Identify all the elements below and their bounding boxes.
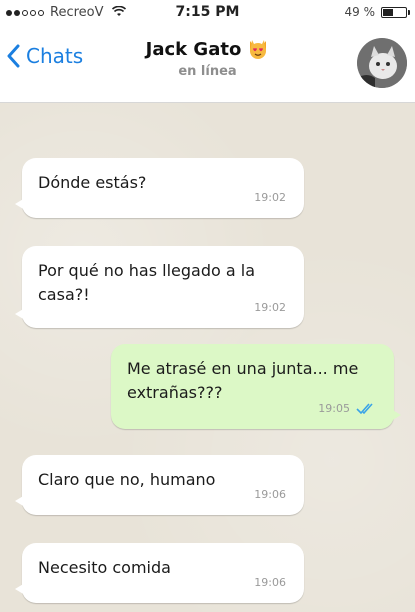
battery-percent: 49 %	[344, 5, 376, 19]
message-bubble-incoming[interactable]: Por qué no has llegado a la casa?! 19:02	[15, 246, 304, 328]
message-text: Necesito comida	[38, 558, 171, 577]
chat-header: Chats Jack Gato en línea	[0, 26, 415, 103]
message-bubble-incoming[interactable]: Dónde estás? 19:02	[15, 158, 304, 218]
message-bubble-outgoing[interactable]: Me atrasé en una junta... me extrañas???…	[111, 344, 401, 429]
contact-status: en línea	[178, 64, 237, 79]
message-text: Claro que no, humano	[38, 470, 216, 489]
battery-icon	[381, 6, 410, 18]
message-time: 19:02	[254, 191, 286, 204]
message-bubble-incoming[interactable]: Claro que no, humano 19:06	[15, 455, 304, 515]
message-text: Dónde estás?	[38, 173, 147, 192]
contact-name: Jack Gato	[145, 38, 242, 60]
contact-name-row: Jack Gato	[146, 38, 270, 60]
message-bubble-incoming[interactable]: Necesito comida 19:06	[15, 543, 304, 603]
chat-area[interactable]: Dónde estás? 19:02 Por qué no has llegad…	[0, 103, 415, 612]
heart-eyes-cat-icon	[247, 38, 269, 60]
contact-info[interactable]: Jack Gato en línea	[0, 38, 415, 79]
double-check-icon	[356, 403, 373, 415]
status-bar: RecreoV 7:15 PM 49 %	[0, 0, 415, 26]
message-meta: 19:05	[318, 397, 376, 421]
message-time: 19:06	[254, 576, 286, 589]
battery-fill	[383, 8, 394, 16]
message-time: 19:02	[254, 301, 286, 314]
avatar[interactable]	[357, 38, 407, 88]
message-time: 19:06	[254, 488, 286, 501]
battery-indicator: 49 %	[344, 5, 410, 19]
message-text: Por qué no has llegado a la casa?!	[38, 261, 256, 304]
message-time: 19:05	[318, 402, 350, 415]
